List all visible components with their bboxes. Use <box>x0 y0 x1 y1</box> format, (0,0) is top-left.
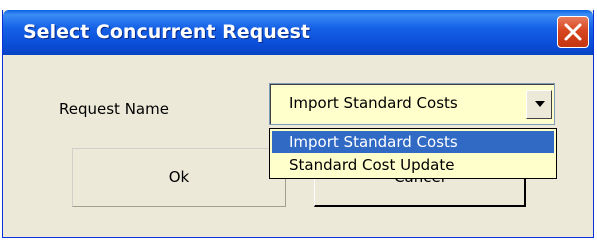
dialog-body: Request Name Import Standard Costs Ok Ca… <box>3 55 593 237</box>
request-name-select[interactable]: Import Standard Costs <box>269 83 555 125</box>
title-bar[interactable]: Select Concurrent Request <box>3 10 593 55</box>
request-name-label: Request Name <box>59 100 169 118</box>
chevron-down-icon <box>535 101 545 107</box>
dropdown-option-standard-cost-update[interactable]: Standard Cost Update <box>272 154 554 176</box>
close-icon <box>564 23 582 41</box>
window-title: Select Concurrent Request <box>23 21 311 43</box>
dropdown-toggle-button[interactable] <box>526 90 552 119</box>
ok-button[interactable]: Ok <box>72 148 286 207</box>
request-name-dropdown-list: Import Standard Costs Standard Cost Upda… <box>269 128 557 179</box>
close-button[interactable] <box>557 16 589 48</box>
dialog-window: Select Concurrent Request Request Name I… <box>2 10 594 238</box>
dropdown-option-import-standard-costs[interactable]: Import Standard Costs <box>272 131 554 153</box>
request-name-value: Import Standard Costs <box>289 94 458 112</box>
